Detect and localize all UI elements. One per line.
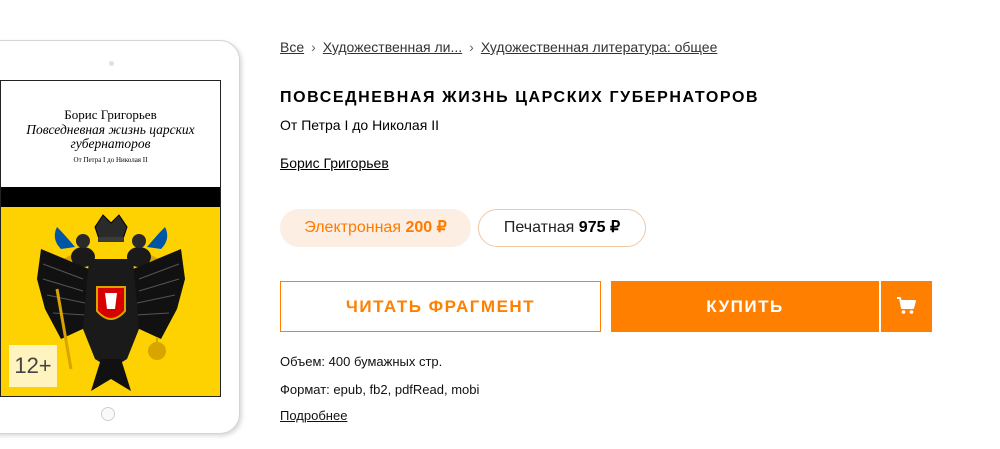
format-info: Формат: epub, fb2, pdfRead, mobi	[280, 382, 480, 397]
add-to-cart-button[interactable]	[881, 281, 932, 332]
breadcrumb-item-fiction-general[interactable]: Художественная литература: общее	[481, 39, 718, 55]
book-subtitle: От Петра I до Николая II	[280, 117, 439, 133]
cover-black-band	[1, 187, 220, 207]
author-link[interactable]: Борис Григорьев	[280, 155, 389, 171]
format-print-button[interactable]: Печатная 975 ₽	[478, 209, 646, 247]
age-rating-badge: 12+	[9, 345, 57, 387]
cover-subtitle: От Петра I до Николая II	[73, 156, 148, 164]
cover-title: Повседневная жизнь царских губернаторов	[26, 122, 195, 151]
breadcrumb-separator: ›	[311, 39, 316, 55]
tablet-camera	[109, 61, 114, 66]
tablet-home-button	[101, 407, 115, 421]
format-print-price: 975 ₽	[578, 219, 621, 236]
read-fragment-button[interactable]: ЧИТАТЬ ФРАГМЕНТ	[280, 281, 601, 332]
breadcrumb-item-fiction[interactable]: Художественная ли...	[323, 39, 462, 55]
breadcrumb: Все › Художественная ли... › Художественная …	[280, 39, 717, 55]
breadcrumb-item-all[interactable]: Все	[280, 39, 304, 55]
more-details-link[interactable]: Подробнее	[280, 408, 347, 423]
cover-author: Борис Григорьев	[64, 107, 157, 122]
breadcrumb-separator: ›	[469, 39, 474, 55]
format-print-label: Печатная	[503, 219, 575, 236]
format-electronic-label: Электронная	[304, 219, 401, 236]
cover-header: Борис Григорьев Повседневная жизнь царск…	[1, 81, 220, 187]
cart-icon	[897, 297, 916, 314]
format-electronic-button[interactable]: Электронная 200 ₽	[280, 209, 471, 247]
buy-button[interactable]: КУПИТЬ	[611, 281, 879, 332]
book-title: ПОВСЕДНЕВНАЯ ЖИЗНЬ ЦАРСКИХ ГУБЕРНАТОРОВ	[280, 89, 760, 106]
volume-info: Объем: 400 бумажных стр.	[280, 354, 443, 369]
format-electronic-price: 200 ₽	[405, 219, 447, 236]
